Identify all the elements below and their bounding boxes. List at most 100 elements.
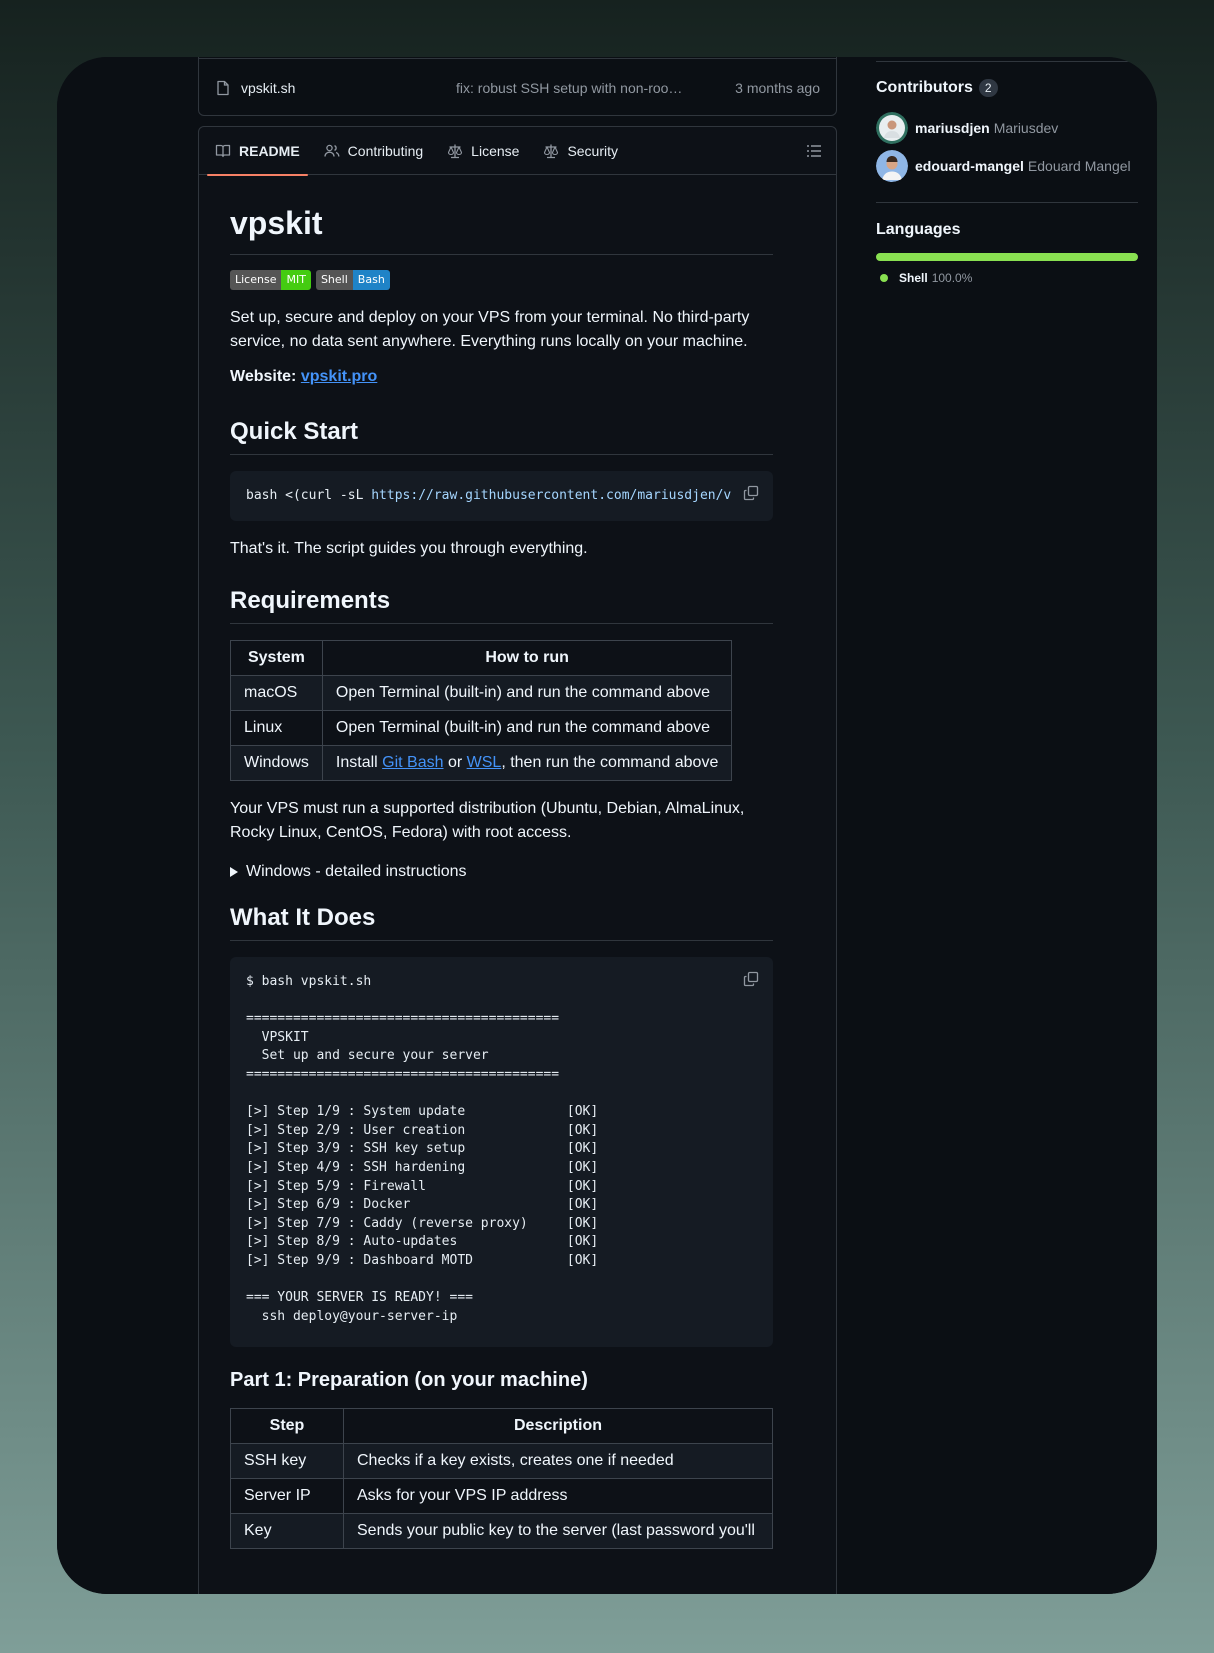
- table-row: Server IP Asks for your VPS IP address: [230, 1478, 773, 1514]
- table-row: Key Sends your public key to the server …: [230, 1513, 773, 1549]
- contributor-name: Mariusdev: [993, 120, 1059, 136]
- repo-sidebar: Contributors 2 mariusdjen Mariusdev edou…: [876, 57, 1138, 285]
- what-it-does-heading: What It Does: [230, 904, 773, 941]
- table-header-row: System How to run: [230, 640, 733, 676]
- table-cell: Install Git Bash or WSL, then run the co…: [321, 745, 733, 781]
- list-unordered-icon[interactable]: [806, 143, 822, 159]
- table-cell: Windows: [230, 745, 323, 781]
- file-row[interactable]: vpskit.sh fix: robust SSH setup with non…: [199, 59, 836, 116]
- contributors-count: 2: [978, 79, 998, 97]
- table-cell: Open Terminal (built-in) and run the com…: [321, 710, 733, 746]
- commit-date: 3 months ago: [735, 79, 820, 96]
- cell-text: Install: [335, 754, 383, 771]
- column-header: Step: [230, 1408, 344, 1444]
- license-badge[interactable]: License MIT: [230, 270, 311, 290]
- badge-right: MIT: [281, 270, 311, 290]
- table-cell: Checks if a key exists, creates one if n…: [343, 1443, 773, 1479]
- table-cell: Key: [230, 1513, 344, 1549]
- table-cell: Server IP: [230, 1478, 344, 1514]
- table-cell: Linux: [230, 710, 323, 746]
- details-summary: Windows - detailed instructions: [246, 863, 467, 880]
- requirements-note: Your VPS must run a supported distributi…: [230, 800, 745, 841]
- shell-badge[interactable]: Shell Bash: [315, 270, 390, 290]
- terminal-output: $ bash vpskit.sh =======================…: [246, 974, 599, 1324]
- table-cell: Asks for your VPS IP address: [343, 1478, 773, 1514]
- column-header: Description: [343, 1408, 773, 1444]
- law-icon: [544, 144, 559, 158]
- badges: License MIT Shell Bash: [230, 270, 773, 290]
- requirements-table: System How to run macOS Open Terminal (b…: [230, 640, 733, 781]
- table-row: macOS Open Terminal (built-in) and run t…: [230, 675, 733, 711]
- caret-right-icon: [230, 867, 238, 877]
- part1-table: Step Description SSH key Checks if a key…: [230, 1408, 773, 1549]
- quick-start-code-block: bash <(curl -sL https://raw.githubuserco…: [230, 471, 773, 521]
- tab-license-label: License: [471, 142, 520, 159]
- contributor-login: edouard-mangel: [915, 158, 1024, 174]
- table-cell: SSH key: [230, 1443, 344, 1479]
- intro-text: Set up, secure and deploy on your VPS fr…: [230, 309, 750, 350]
- copy-icon[interactable]: [743, 485, 759, 501]
- tab-security[interactable]: Security: [535, 127, 626, 175]
- part1-heading: Part 1: Preparation (on your machine): [230, 1369, 588, 1391]
- column-header: System: [230, 640, 323, 676]
- table-row: SSH key Checks if a key exists, creates …: [230, 1443, 773, 1479]
- commit-message-link[interactable]: fix: robust SSH setup with non-roo…: [456, 80, 701, 96]
- contributor-item[interactable]: mariusdjen Mariusdev: [876, 112, 1138, 144]
- contributor-item[interactable]: edouard-mangel Edouard Mangel: [876, 150, 1138, 182]
- language-color-dot: [880, 274, 888, 282]
- readme-tabs: README Contributing License Security: [199, 127, 836, 176]
- command-prefix: bash <(curl -sL: [246, 488, 372, 503]
- badge-right: Bash: [352, 270, 390, 290]
- quick-start-command[interactable]: bash <(curl -sL https://raw.githubuserco…: [246, 488, 731, 503]
- git-bash-link[interactable]: Git Bash: [382, 754, 443, 771]
- contributors-heading-label: Contributors: [876, 79, 973, 96]
- people-icon: [324, 144, 340, 157]
- column-header: How to run: [321, 640, 733, 676]
- table-row: Linux Open Terminal (built-in) and run t…: [230, 710, 733, 746]
- language-percent: 100.0%: [931, 271, 973, 285]
- file-icon: [217, 80, 229, 95]
- file-list: vpskit.sh fix: robust SSH setup with non…: [198, 57, 837, 116]
- tab-license[interactable]: License: [439, 127, 527, 175]
- languages-heading: Languages: [876, 221, 961, 238]
- contributor-name: Edouard Mangel: [1027, 158, 1131, 174]
- readme-content: vpskit License MIT Shell Bash Set up, se…: [230, 175, 773, 1549]
- quick-start-note: That's it. The script guides you through…: [230, 540, 588, 557]
- contributors-heading[interactable]: Contributors 2: [876, 79, 1138, 97]
- badge-left: License: [230, 270, 282, 290]
- law-icon: [448, 144, 463, 158]
- tab-readme[interactable]: README: [207, 127, 308, 176]
- table-cell: Open Terminal (built-in) and run the com…: [321, 675, 733, 711]
- website-link[interactable]: vpskit.pro: [301, 368, 377, 385]
- tab-contributing[interactable]: Contributing: [316, 127, 432, 175]
- window-frame: vpskit.sh fix: robust SSH setup with non…: [57, 57, 1157, 1594]
- avatar: [876, 150, 908, 182]
- website-line: Website: vpskit.pro: [230, 368, 773, 386]
- table-header-row: Step Description: [230, 1408, 773, 1444]
- language-item[interactable]: Shell 100.0%: [876, 271, 1138, 285]
- file-name-link[interactable]: vpskit.sh: [241, 80, 456, 96]
- language-bar: [876, 253, 1138, 261]
- table-cell: macOS: [230, 675, 323, 711]
- avatar: [876, 112, 908, 144]
- book-icon: [215, 144, 231, 157]
- table-cell: Sends your public key to the server (las…: [343, 1513, 773, 1549]
- requirements-heading: Requirements: [230, 587, 773, 624]
- language-name: Shell: [899, 271, 928, 285]
- readme-panel: README Contributing License Security vps…: [198, 126, 837, 1594]
- quick-start-heading: Quick Start: [230, 418, 773, 455]
- copy-icon[interactable]: [743, 971, 759, 987]
- cell-text: , then run the command above: [501, 754, 719, 771]
- command-url: https://raw.githubusercontent.com/marius…: [371, 488, 731, 503]
- badge-left: Shell: [315, 270, 353, 290]
- tab-contributing-label: Contributing: [347, 142, 424, 159]
- contributor-login: mariusdjen: [915, 120, 990, 136]
- windows-details-toggle[interactable]: Windows - detailed instructions: [230, 860, 773, 884]
- tab-security-label: Security: [567, 142, 619, 159]
- wsl-link[interactable]: WSL: [467, 754, 502, 771]
- terminal-output-block: $ bash vpskit.sh =======================…: [230, 957, 773, 1347]
- tab-readme-label: README: [239, 142, 300, 159]
- cell-text: or: [443, 754, 467, 771]
- table-row: Windows Install Git Bash or WSL, then ru…: [230, 745, 733, 781]
- readme-title: vpskit: [230, 205, 773, 255]
